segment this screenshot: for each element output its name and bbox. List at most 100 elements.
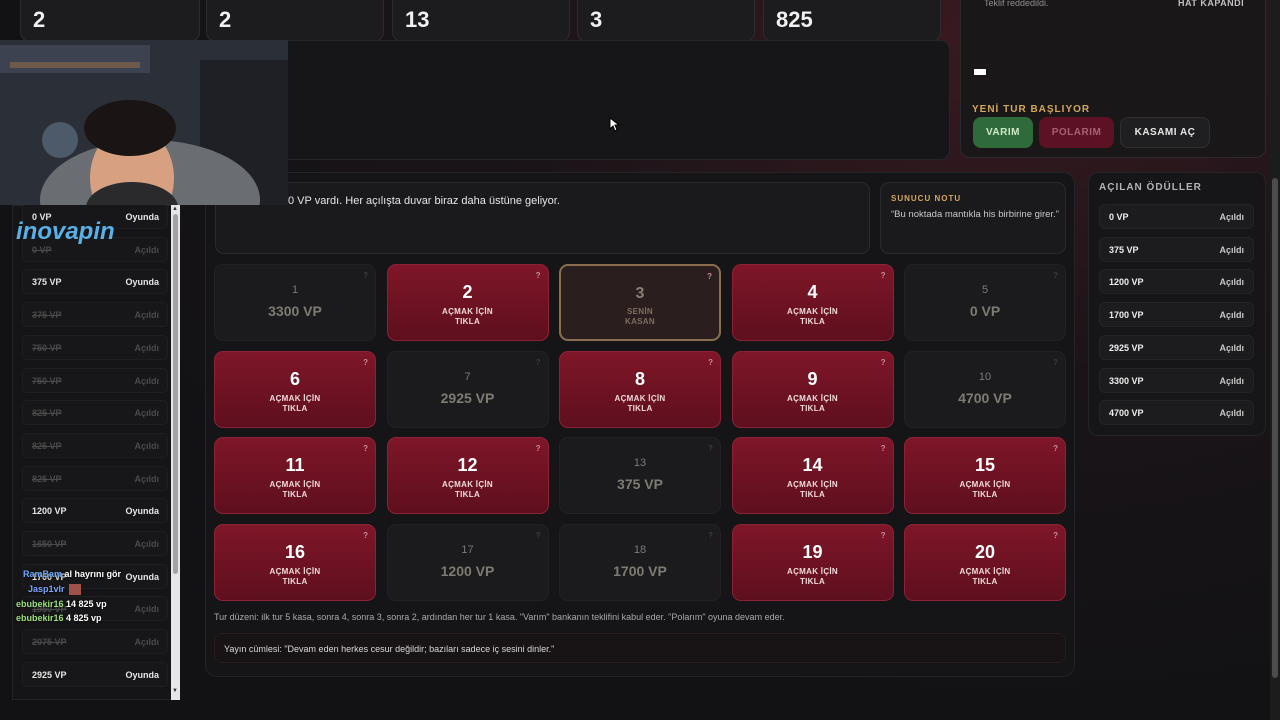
case-label: SENİN KASAN: [625, 307, 655, 326]
chat-text: 14 825 vp: [63, 599, 107, 609]
case-tile-19[interactable]: ? 19 AÇMAK İÇİN TIKLA: [731, 524, 894, 602]
host-note-title: SUNUCU NOTU: [891, 194, 962, 203]
case-value: 1700 VP: [613, 563, 667, 580]
chat-message: Jasp1vlr: [28, 584, 81, 596]
case-label: AÇMAK İÇİN TIKLA: [787, 567, 838, 587]
reward-status: Açıldı: [1219, 342, 1244, 353]
varim-button[interactable]: VARIM: [973, 117, 1033, 148]
prize-status: Açıldı: [134, 408, 159, 419]
case-number: 18: [633, 544, 647, 557]
message-box: [215, 182, 870, 254]
prize-row: 750 VP Açıldı: [22, 334, 168, 360]
prize-status: Açıldı: [134, 375, 159, 386]
prize-row: 375 VP Açıldı: [22, 302, 168, 328]
prize-value: 825 VP: [32, 440, 62, 451]
prize-row: 825 VP Açıldı: [22, 400, 168, 426]
case-help-icon: ?: [535, 271, 541, 280]
prize-list-scroll-thumb[interactable]: [173, 214, 178, 574]
case-tile-11[interactable]: ? 11 AÇMAK İÇİN TIKLA: [214, 437, 376, 515]
case-label: AÇMAK İÇİN TIKLA: [442, 480, 493, 500]
prize-status: Açıldı: [134, 440, 159, 451]
reward-status: Açıldı: [1219, 244, 1244, 255]
case-number: 20: [974, 542, 996, 563]
reward-value: 1200 VP: [1109, 277, 1144, 288]
case-number: 4: [807, 282, 818, 302]
case-tile-4[interactable]: ? 4 AÇMAK İÇİN TIKLA: [731, 264, 894, 341]
page-scroll-thumb[interactable]: [1272, 178, 1278, 678]
chat-username: ebubekir16: [16, 599, 64, 609]
prize-status: Oyunda: [125, 506, 159, 517]
case-tile-17: ? 17 1200 VP: [386, 524, 549, 602]
new-round-label: YENİ TUR BAŞLIYOR: [972, 104, 1091, 115]
case-tile-13: ? 13 375 VP: [559, 437, 721, 515]
chat-message: ebubekir16 14 825 vp: [16, 599, 107, 609]
stat-card: 825: [763, 0, 941, 42]
prize-value: 375 VP: [32, 277, 62, 288]
case-label: AÇMAK İÇİN TIKLA: [614, 393, 666, 413]
case-tile-1: ? 1 3300 VP: [214, 264, 376, 341]
case-tile-9[interactable]: ? 9 AÇMAK İÇİN TIKLA: [731, 350, 894, 428]
scroll-down-icon[interactable]: ▼: [172, 688, 178, 694]
case-help-icon: ?: [1053, 271, 1058, 280]
prize-status: Açıldı: [134, 539, 159, 549]
open-case-button[interactable]: KASAMI AÇ: [1120, 117, 1210, 148]
case-number: 10: [978, 370, 992, 383]
case-tile-6[interactable]: ? 6 AÇMAK İÇİN TIKLA: [214, 350, 376, 428]
prize-row: 2925 VP Oyunda: [22, 661, 168, 687]
webcam-image: [0, 40, 288, 205]
prize-row: 825 VP Açıldı: [22, 432, 168, 458]
case-tile-20[interactable]: ? 20 AÇMAK İÇİN TIKLA: [904, 524, 1066, 602]
reward-value: 0 VP: [1109, 212, 1129, 222]
quote-text: Yayın cümlesi: "Devam eden herkes cesur …: [224, 644, 555, 654]
prize-status: Oyunda: [125, 212, 159, 222]
case-help-icon: ?: [363, 444, 368, 454]
reward-status: Açıldı: [1219, 212, 1244, 222]
case-value: 1200 VP: [440, 563, 495, 580]
case-value: 375 VP: [617, 476, 663, 493]
stat-card: 2: [20, 0, 200, 42]
case-tile-2[interactable]: ? 2 AÇMAK İÇİN TIKLA: [386, 264, 549, 341]
prize-value: 375 VP: [32, 310, 62, 321]
polarim-button[interactable]: POLARIM: [1039, 117, 1114, 148]
case-help-icon: ?: [708, 531, 713, 541]
case-tile-10: ? 10 4700 VP: [904, 350, 1066, 428]
prize-row: 1650 VP Açıldı: [22, 531, 168, 556]
reward-status: Açıldı: [1219, 408, 1244, 419]
reward-status: Açıldı: [1219, 310, 1244, 321]
case-label: AÇMAK İÇİN TIKLA: [787, 307, 838, 326]
case-tile-14[interactable]: ? 14 AÇMAK İÇİN TIKLA: [731, 437, 894, 515]
case-tile-8[interactable]: ? 8 AÇMAK İÇİN TIKLA: [559, 350, 721, 428]
reward-value: 2925 VP: [1109, 342, 1144, 353]
case-tile-12[interactable]: ? 12 AÇMAK İÇİN TIKLA: [386, 437, 549, 515]
case-help-icon: ?: [880, 271, 886, 280]
reward-row: 375 VP Açıldı: [1099, 236, 1254, 262]
prize-value: 750 VP: [32, 375, 62, 386]
prize-status: Açıldı: [134, 473, 159, 484]
prize-value: 825 VP: [32, 473, 62, 484]
case-help-icon: ?: [535, 357, 541, 367]
case-help-icon: ?: [363, 531, 368, 541]
prize-status: Açıldı: [134, 604, 159, 615]
case-help-icon: ?: [880, 444, 886, 454]
offer-status: Teklif reddedildi.: [984, 0, 1049, 8]
sponsor-logo: inovapin: [16, 218, 115, 245]
stat-card: 13: [392, 0, 570, 42]
prize-status: Açıldı: [134, 244, 159, 255]
prize-value: 0 VP: [32, 244, 52, 255]
scroll-up-icon[interactable]: ▲: [172, 206, 178, 212]
prize-status: Oyunda: [125, 277, 159, 288]
case-label: AÇMAK İÇİN TIKLA: [269, 567, 321, 587]
stat-value: 3: [590, 7, 603, 32]
case-number: 1: [291, 284, 299, 296]
case-tile-16[interactable]: ? 16 AÇMAK İÇİN TIKLA: [214, 524, 376, 602]
prize-status: Açıldı: [134, 310, 159, 321]
reward-row: 1200 VP Açıldı: [1099, 269, 1254, 295]
prize-value: 1200 VP: [32, 506, 67, 517]
case-label: AÇMAK İÇİN TIKLA: [442, 307, 493, 326]
prize-status: Oyunda: [125, 669, 159, 680]
case-label: AÇMAK İÇİN TIKLA: [269, 393, 321, 413]
stat-value: 2: [219, 7, 232, 32]
top-panel: [195, 40, 950, 160]
message-text: 0 VP vardı. Her açılışta duvar biraz dah…: [288, 195, 560, 207]
case-tile-15[interactable]: ? 15 AÇMAK İÇİN TIKLA: [904, 437, 1066, 515]
